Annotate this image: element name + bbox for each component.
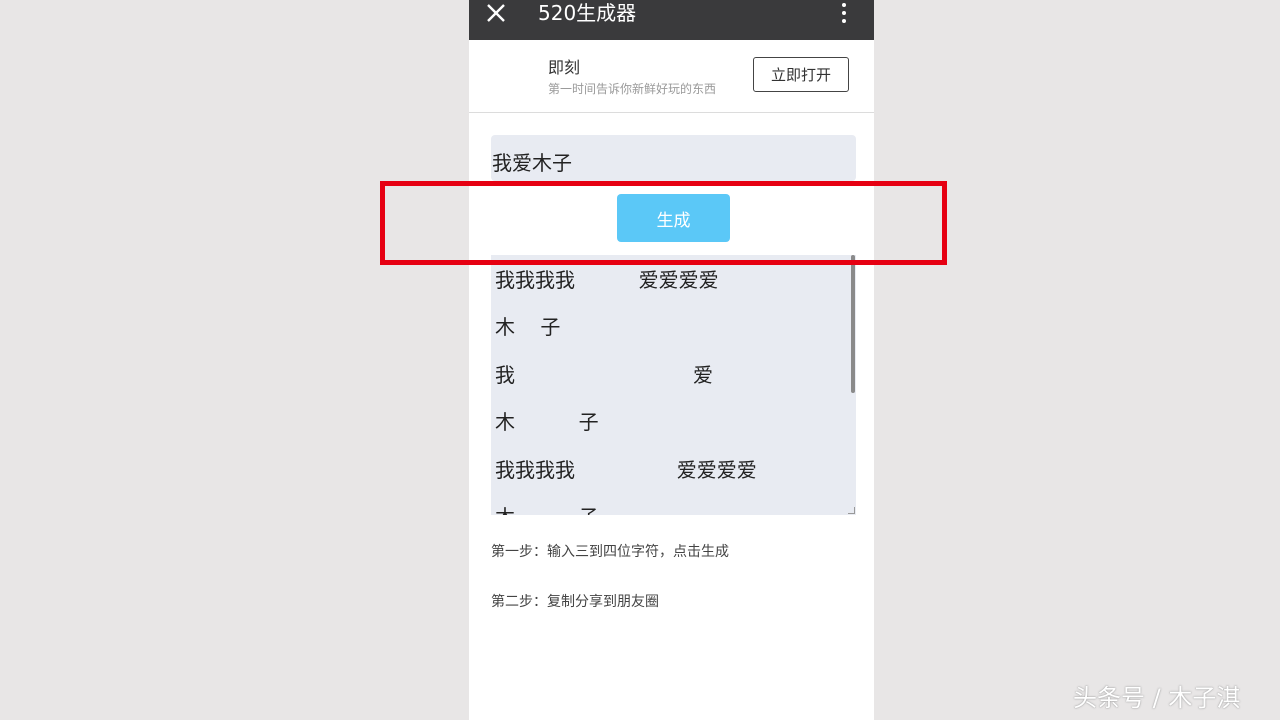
- output-line: 木 子: [495, 315, 561, 339]
- resize-handle[interactable]: [848, 507, 855, 514]
- open-app-button[interactable]: 立即打开: [753, 57, 849, 92]
- output-scrollbar[interactable]: [851, 255, 855, 393]
- step-one-instruction: 第一步：输入三到四位字符，点击生成: [491, 544, 729, 560]
- app-promo-banner: 即刻 第一时间告诉你新鲜好玩的东西 立即打开: [469, 40, 874, 113]
- text-input[interactable]: 我爱木子: [491, 135, 856, 181]
- more-dot: [842, 11, 846, 15]
- more-vertical-icon: [842, 3, 846, 7]
- watermark: 头条号 / 木子淇: [1073, 684, 1241, 712]
- output-line: 我我我我 爱爱爱爱: [495, 458, 757, 482]
- promo-app-description: 第一时间告诉你新鲜好玩的东西: [548, 82, 717, 96]
- phone-screen: 520生成器 即刻 第一时间告诉你新鲜好玩的东西 立即打开 我爱木子 生成 我我…: [469, 0, 874, 720]
- output-line: 木 子: [495, 410, 599, 434]
- page-title: 520生成器: [538, 1, 637, 25]
- close-icon: [487, 4, 505, 22]
- output-line: 木 子: [495, 502, 599, 515]
- generate-button[interactable]: 生成: [617, 194, 730, 242]
- more-button[interactable]: [836, 0, 852, 26]
- more-dot: [842, 19, 846, 23]
- close-button[interactable]: [483, 0, 509, 26]
- output-line: 我 爱: [495, 363, 714, 387]
- top-bar: 520生成器: [469, 0, 874, 40]
- promo-app-name: 即刻: [548, 58, 581, 77]
- step-two-instruction: 第二步：复制分享到朋友圈: [491, 594, 659, 610]
- output-textarea[interactable]: 我我我我 爱爱爱爱 木 子 我 爱 木 子 我我我我 爱爱爱爱 木 子: [491, 255, 856, 515]
- output-line: 我我我我 爱爱爱爱: [495, 268, 719, 292]
